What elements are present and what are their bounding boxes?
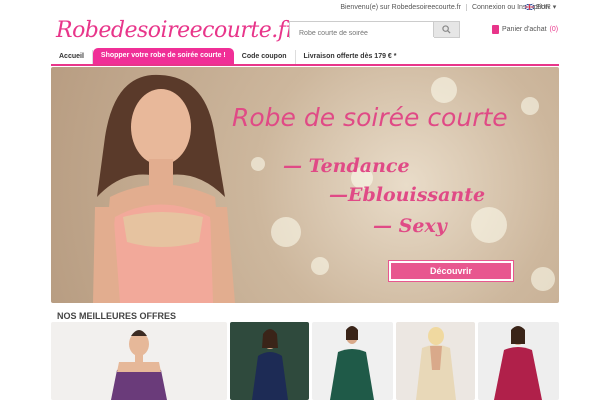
search-button[interactable] [433, 22, 459, 37]
product-card[interactable] [51, 322, 227, 400]
product-strip [51, 322, 559, 400]
top-links: Bienvenu(e) sur Robedesoireecourte.fr Co… [335, 4, 554, 11]
top-bar: Bienvenu(e) sur Robedesoireecourte.fr Co… [0, 0, 600, 16]
search-icon [442, 25, 451, 34]
cart-count: (0) [549, 26, 559, 33]
product-card[interactable] [396, 322, 475, 400]
cart-label: Panier d'achat [502, 26, 547, 33]
product-image [330, 326, 374, 400]
product-image [494, 326, 542, 400]
hero-tag-dazzling: —Eblouissante [329, 184, 486, 206]
hero-tag-sexy: — Sexy [373, 215, 447, 237]
nav-item-home[interactable]: Accueil [51, 50, 93, 64]
product-card[interactable] [478, 322, 559, 400]
product-image [416, 327, 456, 400]
search-box [289, 21, 460, 41]
discover-button[interactable]: Découvrir [389, 261, 513, 281]
nav-item-shipping[interactable]: Livraison offerte dès 179 € * [296, 50, 405, 64]
offers-heading: NOS MEILLEURES OFFRES [57, 311, 177, 321]
product-card[interactable] [230, 322, 309, 400]
currency-label: EUR [536, 3, 551, 11]
product-image [252, 329, 288, 400]
hero-tag-trendy: — Tendance [283, 155, 410, 177]
site-logo[interactable]: Robedesoireecourte.fr [56, 18, 296, 43]
product-card[interactable] [312, 322, 393, 400]
nav-item-coupon[interactable]: Code coupon [234, 50, 296, 64]
cart-link[interactable]: Panier d'achat (0) [492, 25, 558, 34]
hero-banner[interactable]: Robe de soirée courte — Tendance —Ebloui… [51, 67, 559, 303]
nav-item-shop[interactable]: Shopper votre robe de soirée courte ! [92, 48, 234, 64]
cart-icon [492, 25, 499, 34]
currency-selector[interactable]: EUR ▾ [524, 3, 557, 11]
hero-title: Robe de soirée courte [232, 103, 508, 132]
nav-underline [51, 64, 559, 66]
welcome-link[interactable]: Bienvenu(e) sur Robedesoireecourte.fr [335, 4, 466, 11]
caret-down-icon: ▾ [552, 4, 557, 11]
search-input[interactable] [290, 26, 434, 41]
flag-icon [524, 3, 535, 11]
product-image [111, 330, 167, 400]
main-nav: Accueil Shopper votre robe de soirée cou… [51, 48, 559, 64]
model-image [93, 74, 235, 303]
